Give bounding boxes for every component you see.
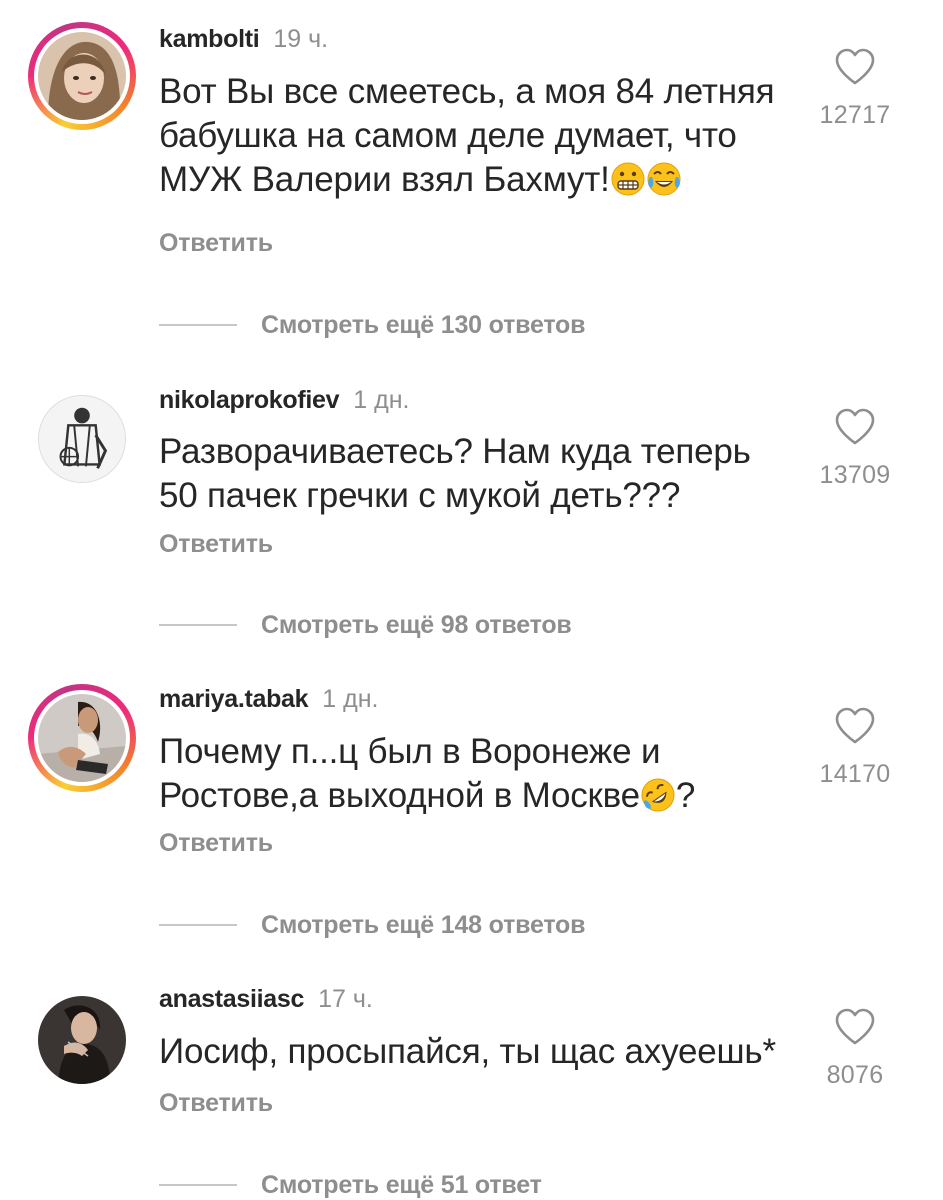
- comment-text: Почему п...ц был в Воронеже и Ростове,а …: [159, 730, 799, 818]
- reply-button[interactable]: Ответить: [159, 828, 273, 858]
- face-with-tears-of-joy-icon: [647, 162, 681, 196]
- username[interactable]: anastasiiasc: [159, 985, 304, 1013]
- divider-line: [159, 1184, 237, 1186]
- view-replies-button[interactable]: Смотреть ещё 98 ответов: [159, 610, 572, 640]
- avatar-story-ring[interactable]: [28, 22, 136, 130]
- view-replies-button[interactable]: Смотреть ещё 148 ответов: [159, 910, 585, 940]
- like-group: 13709: [790, 408, 920, 490]
- user-photo-icon: [38, 32, 126, 120]
- avatar[interactable]: [38, 694, 126, 782]
- user-photo-icon: [38, 694, 126, 782]
- grimacing-face-icon: [611, 162, 645, 196]
- avatar[interactable]: [38, 996, 126, 1084]
- view-replies-button[interactable]: Смотреть ещё 51 ответ: [159, 1170, 542, 1200]
- avatar[interactable]: [38, 32, 126, 120]
- heart-icon[interactable]: [834, 408, 876, 446]
- heart-icon[interactable]: [834, 48, 876, 86]
- avatar[interactable]: [38, 395, 126, 483]
- view-replies-button[interactable]: Смотреть ещё 130 ответов: [159, 310, 585, 340]
- heart-icon[interactable]: [834, 707, 876, 745]
- reply-button[interactable]: Ответить: [159, 529, 273, 559]
- avatar-story-ring[interactable]: [28, 684, 136, 792]
- comment-time: 19 ч.: [273, 25, 329, 53]
- username[interactable]: nikolaprokofiev: [159, 386, 340, 414]
- reply-button[interactable]: Ответить: [159, 1088, 273, 1118]
- avatar-wrap[interactable]: [28, 986, 136, 1094]
- divider-line: [159, 924, 237, 926]
- comment-time: 1 дн.: [353, 386, 410, 414]
- user-photo-icon: [38, 996, 126, 1084]
- avatar-wrap[interactable]: [28, 385, 136, 493]
- like-count: 12717: [819, 101, 891, 129]
- rolling-on-floor-laughing-icon: [641, 778, 675, 812]
- username[interactable]: mariya.tabak: [159, 685, 309, 713]
- like-group: 12717: [790, 48, 920, 130]
- heart-icon[interactable]: [834, 1008, 876, 1046]
- divider-line: [159, 624, 237, 626]
- like-count: 13709: [819, 461, 891, 489]
- user-photo-icon: [39, 396, 125, 482]
- comment-time: 17 ч.: [318, 985, 373, 1013]
- like-count: 8076: [826, 1061, 884, 1089]
- comment-text: Иосиф, просыпайся, ты щас ахуеешь*: [159, 1032, 776, 1071]
- like-count: 14170: [819, 760, 891, 788]
- divider-line: [159, 324, 237, 326]
- reply-button[interactable]: Ответить: [159, 228, 273, 258]
- comment-text: Вот Вы все смеетесь, а моя 84 летняя баб…: [159, 72, 775, 199]
- like-group: 8076: [790, 1008, 920, 1090]
- comment-time: 1 дн.: [322, 685, 379, 713]
- comment-text: Разворачиваетесь? Нам куда теперь 50 пач…: [159, 432, 751, 515]
- like-group: 14170: [790, 707, 920, 789]
- username[interactable]: kambolti: [159, 25, 260, 53]
